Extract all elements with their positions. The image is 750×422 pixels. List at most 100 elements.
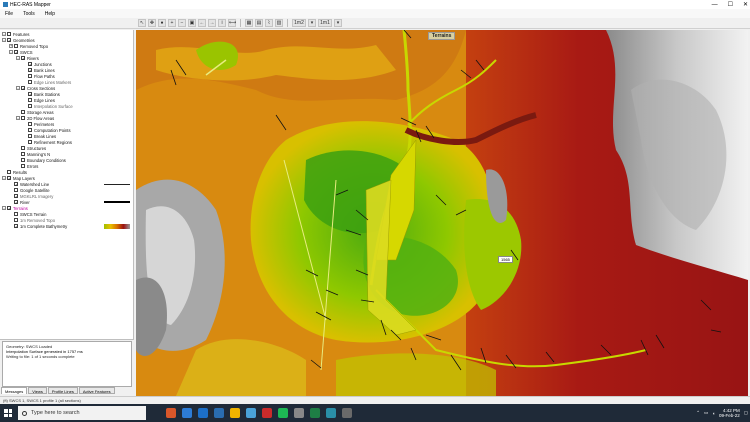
measure-icon[interactable]: ⟷ [228,19,236,27]
close-button[interactable]: ✕ [743,1,748,8]
taskbar-app-icon[interactable] [214,408,224,418]
layer-checkbox[interactable] [21,116,25,120]
zoom-in-icon[interactable]: + [168,19,176,27]
zoom-out-icon[interactable]: − [178,19,186,27]
layer-checkbox[interactable]: ✓ [28,62,32,67]
taskbar-app-icon[interactable] [262,408,272,418]
layer-checkbox[interactable]: ✓ [28,92,32,97]
menu-tools[interactable]: Tools [23,11,35,17]
layer-checkbox[interactable] [14,188,18,192]
taskbar-app-icon[interactable] [166,408,176,418]
scale-field[interactable]: 1m1 [318,19,332,27]
layer-checkbox[interactable] [21,158,25,162]
expander-icon[interactable]: - [16,116,20,120]
layer-checkbox[interactable] [14,212,18,216]
tab-messages[interactable]: Messages [1,387,28,394]
taskbar-app-icon[interactable] [294,408,304,418]
layer-checkbox[interactable]: ✓ [21,86,25,91]
line-legend [104,183,130,185]
layer-checkbox[interactable] [28,140,32,144]
taskbar-app-icon[interactable] [246,408,256,418]
tray-chevron-icon[interactable]: ⌃ [696,410,700,416]
layer-checkbox[interactable] [14,44,18,48]
layer-checkbox[interactable]: ✓ [7,38,11,43]
layer-checkbox[interactable]: ✓ [14,224,18,229]
tab-active-features[interactable]: Active Features [78,387,115,394]
layer-checkbox[interactable] [28,122,32,126]
start-button[interactable] [0,404,16,422]
expander-icon[interactable]: - [2,206,6,210]
layer-checkbox[interactable]: ✓ [28,68,32,73]
volume-icon[interactable]: ◖ [712,411,715,416]
notification-icon[interactable]: ▢ [744,410,748,416]
taskbar-app-icon[interactable] [230,408,240,418]
expander-icon[interactable]: - [16,86,20,90]
layer-checkbox[interactable] [28,74,32,78]
layer-checkbox[interactable]: ✓ [7,176,11,181]
pointer-tool-icon[interactable]: ↖ [138,19,146,27]
pan-tool-icon[interactable]: ✥ [148,19,156,27]
layer-checkbox[interactable] [14,218,18,222]
expander-icon[interactable]: - [9,50,13,54]
layer-checkbox[interactable] [21,164,25,168]
layer-checkbox[interactable] [21,152,25,156]
back-arrow-icon[interactable]: ← [198,19,206,27]
layer-checkbox[interactable]: ✓ [7,206,11,211]
taskbar-app-icon[interactable] [326,408,336,418]
layer-checkbox[interactable] [28,104,32,108]
identify-icon[interactable]: i [218,19,226,27]
expander-icon[interactable]: - [16,56,20,60]
globe-icon[interactable]: ● [158,19,166,27]
taskbar-app-icon[interactable] [310,408,320,418]
taskbar-app-icon[interactable] [342,408,352,418]
layer-checkbox[interactable] [28,98,32,102]
taskbar-app-icon[interactable] [182,408,192,418]
menu-help[interactable]: Help [45,11,55,17]
message-panel: Geometry: SWCS Loaded Interpolation Surf… [2,341,132,387]
map-view[interactable]: Terrains 1565 [136,30,748,396]
expander-icon[interactable]: + [9,44,13,48]
layer-checkbox[interactable] [7,170,11,174]
layer-checkbox[interactable]: ✓ [14,182,18,187]
layer-checkbox[interactable] [28,134,32,138]
tree-item-label: Manning's N [27,151,51,157]
layer-checkbox[interactable] [7,32,11,36]
zoom-extent-icon[interactable]: ▣ [188,19,196,27]
terrain-map[interactable] [136,30,748,396]
layer-checkbox[interactable] [21,146,25,150]
grid-icon[interactable]: ▦ [245,19,253,27]
tree-item-label: SWCS [20,49,33,55]
maximize-button[interactable]: ☐ [728,1,733,8]
layer-checkbox[interactable]: ✓ [14,50,18,55]
dropdown-icon[interactable]: ▾ [334,19,342,27]
tree-item-label: Removed Topo [20,43,49,49]
taskbar-app-icon[interactable] [198,408,208,418]
expander-icon[interactable]: - [2,32,6,36]
dropdown-icon[interactable]: ▾ [308,19,316,27]
zoom-field[interactable]: 1m2 [292,19,306,27]
menu-file[interactable]: File [5,11,13,17]
tree-item-label: Results [13,169,27,175]
minimize-button[interactable]: — [712,2,718,8]
layers-icon[interactable]: ▤ [255,19,263,27]
profile-icon[interactable]: ⌇ [265,19,273,27]
tree-item-label: Structures [27,145,47,151]
layer-checkbox[interactable] [28,80,32,84]
network-icon[interactable]: ▭ [704,410,708,416]
expander-icon[interactable]: - [2,176,6,180]
layer-checkbox[interactable] [21,110,25,114]
tab-profile-lines[interactable]: Profile Lines [47,387,78,394]
layer-checkbox[interactable]: ✓ [14,194,18,199]
tab-views[interactable]: Views [28,387,47,394]
bottom-tabs: Messages Views Profile Lines Active Feat… [1,387,135,395]
chart-icon[interactable]: ▥ [275,19,283,27]
layer-checkbox[interactable]: ✓ [21,56,25,61]
expander-icon[interactable]: - [2,38,6,42]
clock[interactable]: 4:42 PM 09-Feb-22 [719,408,740,418]
layer-checkbox[interactable]: ✓ [14,200,18,205]
taskbar-search[interactable]: Type here to search [18,406,146,420]
tree-item[interactable]: ✓ 1m Complete Bathymetry [0,223,133,229]
taskbar-app-icon[interactable] [278,408,288,418]
layer-checkbox[interactable] [28,128,32,132]
forward-arrow-icon[interactable]: → [208,19,216,27]
